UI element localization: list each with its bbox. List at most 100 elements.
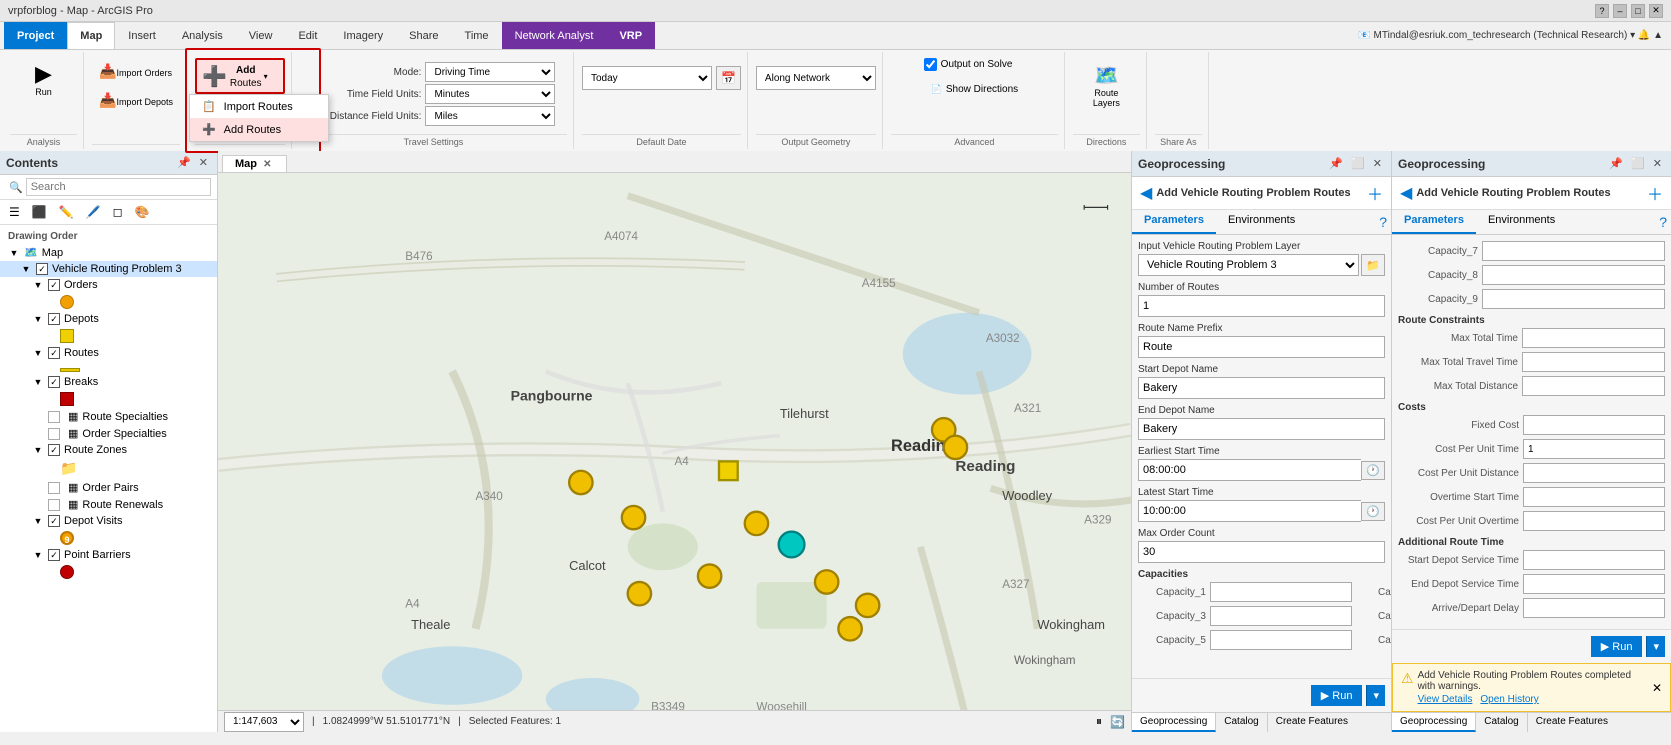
- geo-tab-envs[interactable]: Environments: [1216, 210, 1307, 234]
- tree-breaks[interactable]: ▼ ✓ Breaks: [0, 374, 217, 390]
- geo-help-btn-right[interactable]: ?: [1655, 210, 1671, 234]
- maximize-btn[interactable]: □: [1631, 4, 1645, 18]
- tab-edit[interactable]: Edit: [285, 22, 330, 49]
- cube-view-btn[interactable]: ⬛: [27, 202, 52, 222]
- tab-network-analyst[interactable]: Network Analyst: [502, 22, 607, 49]
- pause-btn[interactable]: ⏸: [1096, 714, 1102, 729]
- time-field-select[interactable]: Minutes: [425, 84, 555, 104]
- routes-expand-icon[interactable]: ▼: [32, 347, 44, 359]
- map-expand-icon[interactable]: ▼: [8, 247, 20, 259]
- input-layer-select[interactable]: Vehicle Routing Problem 3: [1138, 254, 1359, 276]
- geo-bottom-tab-catalog[interactable]: Catalog: [1216, 713, 1267, 732]
- geo-back-btn[interactable]: ◀: [1140, 183, 1152, 203]
- geo-tab-envs-right[interactable]: Environments: [1476, 210, 1567, 234]
- geo-bottom-tab-catalog-right[interactable]: Catalog: [1476, 713, 1527, 732]
- tree-point-barriers[interactable]: ▼ ✓ Point Barriers: [0, 547, 217, 563]
- geo-bottom-tab-features[interactable]: Create Features: [1268, 713, 1356, 732]
- tree-vrp3[interactable]: ▼ ✓ Vehicle Routing Problem 3: [0, 261, 217, 277]
- vrp3-expand-icon[interactable]: ▼: [20, 263, 32, 275]
- output-on-solve-checkbox[interactable]: Output on Solve: [924, 58, 1013, 71]
- add-routes-menu-item[interactable]: ➕ Add Routes: [190, 118, 328, 141]
- depot-visits-checkbox[interactable]: ✓: [48, 515, 60, 527]
- geo-add-btn[interactable]: ＋: [1367, 181, 1383, 205]
- cost-per-unit-time-input[interactable]: [1523, 439, 1665, 459]
- filter-tool-btn[interactable]: ◻: [108, 202, 128, 222]
- latest-start-input[interactable]: [1138, 500, 1361, 522]
- breaks-expand-icon[interactable]: ▼: [32, 376, 44, 388]
- tree-order-specialties[interactable]: ▦ Order Specialties: [0, 425, 217, 442]
- tab-share[interactable]: Share: [396, 22, 451, 49]
- mode-select[interactable]: Driving Time: [425, 62, 555, 82]
- earliest-start-input[interactable]: [1138, 459, 1361, 481]
- geo-panel-right-pin[interactable]: 📌: [1606, 156, 1626, 171]
- route-spec-expand[interactable]: [32, 411, 44, 423]
- cap5-input[interactable]: [1210, 630, 1352, 650]
- tab-view[interactable]: View: [236, 22, 286, 49]
- orders-expand-icon[interactable]: ▼: [32, 279, 44, 291]
- point-barriers-checkbox[interactable]: ✓: [48, 549, 60, 561]
- route-layers-button[interactable]: 🗺️ RouteLayers: [1086, 58, 1127, 113]
- tree-route-renewals[interactable]: ▦ Route Renewals: [0, 496, 217, 513]
- cap3-input[interactable]: [1210, 606, 1352, 626]
- cap1-input[interactable]: [1210, 582, 1352, 602]
- list-view-btn[interactable]: ☰: [4, 202, 25, 222]
- depots-checkbox[interactable]: ✓: [48, 313, 60, 325]
- order-spec-checkbox[interactable]: [48, 428, 60, 440]
- routes-checkbox[interactable]: ✓: [48, 347, 60, 359]
- map-container[interactable]: B476 A4074 A4155 A321 A327 A329 A3032 A3…: [218, 173, 1131, 710]
- calendar-btn[interactable]: 📅: [716, 66, 741, 90]
- tab-analysis[interactable]: Analysis: [169, 22, 236, 49]
- geo-panel-right-close[interactable]: ✕: [1650, 156, 1665, 171]
- edit-tool-btn[interactable]: ✏️: [54, 202, 79, 222]
- add-routes-button[interactable]: ➕ Add Routes ▾: [195, 58, 285, 94]
- contents-pin-btn[interactable]: 📌: [174, 155, 194, 170]
- tab-time[interactable]: Time: [452, 22, 502, 49]
- run-btn-left[interactable]: ▶ Run: [1311, 685, 1363, 706]
- tab-imagery[interactable]: Imagery: [330, 22, 396, 49]
- search-input[interactable]: [26, 178, 211, 196]
- open-history-link[interactable]: Open History: [1480, 694, 1538, 705]
- route-renewals-expand[interactable]: [32, 499, 44, 511]
- output-geometry-select[interactable]: Along Network: [756, 66, 876, 90]
- show-directions-button[interactable]: 📄 Show Directions: [924, 79, 1025, 100]
- tree-order-pairs[interactable]: ▦ Order Pairs: [0, 479, 217, 496]
- import-depots-button[interactable]: 📥 Import Depots: [92, 87, 180, 114]
- order-spec-expand[interactable]: [32, 428, 44, 440]
- tree-route-zones[interactable]: ▼ ✓ Route Zones: [0, 442, 217, 458]
- cost-per-unit-dist-input[interactable]: [1523, 463, 1665, 483]
- orders-checkbox[interactable]: ✓: [48, 279, 60, 291]
- tree-depots[interactable]: ▼ ✓ Depots: [0, 311, 217, 327]
- geo-panel-left-pin[interactable]: 📌: [1326, 156, 1346, 171]
- refresh-btn[interactable]: 🔄: [1110, 715, 1125, 729]
- overtime-start-input[interactable]: [1523, 487, 1665, 507]
- tree-orders[interactable]: ▼ ✓ Orders: [0, 277, 217, 293]
- route-renewals-checkbox[interactable]: [48, 499, 60, 511]
- route-prefix-input[interactable]: [1138, 336, 1385, 358]
- point-barriers-expand[interactable]: ▼: [32, 549, 44, 561]
- order-pairs-checkbox[interactable]: [48, 482, 60, 494]
- geo-panel-left-maximize[interactable]: ⬜: [1348, 156, 1368, 171]
- geo-add-btn-right[interactable]: ＋: [1647, 181, 1663, 205]
- input-layer-browse-btn[interactable]: 📁: [1361, 254, 1385, 276]
- num-routes-input[interactable]: [1138, 295, 1385, 317]
- minimize-btn[interactable]: –: [1613, 4, 1627, 18]
- geo-tab-params-right[interactable]: Parameters: [1392, 210, 1476, 234]
- tab-insert[interactable]: Insert: [115, 22, 169, 49]
- import-orders-button[interactable]: 📥 Import Orders: [92, 58, 179, 85]
- tab-vrp[interactable]: VRP: [606, 22, 655, 49]
- cap7-input[interactable]: [1482, 241, 1665, 261]
- order-pairs-expand[interactable]: [32, 482, 44, 494]
- arrive-depart-input[interactable]: [1523, 598, 1665, 618]
- map-tab-map[interactable]: Map ✕: [222, 155, 287, 172]
- route-zones-expand[interactable]: ▼: [32, 444, 44, 456]
- run-btn-right[interactable]: ▶ Run: [1591, 636, 1643, 657]
- max-total-time-input[interactable]: [1522, 328, 1665, 348]
- depot-visits-expand[interactable]: ▼: [32, 515, 44, 527]
- warning-close-btn[interactable]: ✕: [1652, 670, 1662, 705]
- select-tool-btn[interactable]: 🖊️: [81, 202, 106, 222]
- depots-expand-icon[interactable]: ▼: [32, 313, 44, 325]
- breaks-checkbox[interactable]: ✓: [48, 376, 60, 388]
- start-depot-input[interactable]: [1138, 377, 1385, 399]
- tree-route-specialties[interactable]: ▦ Route Specialties: [0, 408, 217, 425]
- help-btn[interactable]: ?: [1595, 4, 1609, 18]
